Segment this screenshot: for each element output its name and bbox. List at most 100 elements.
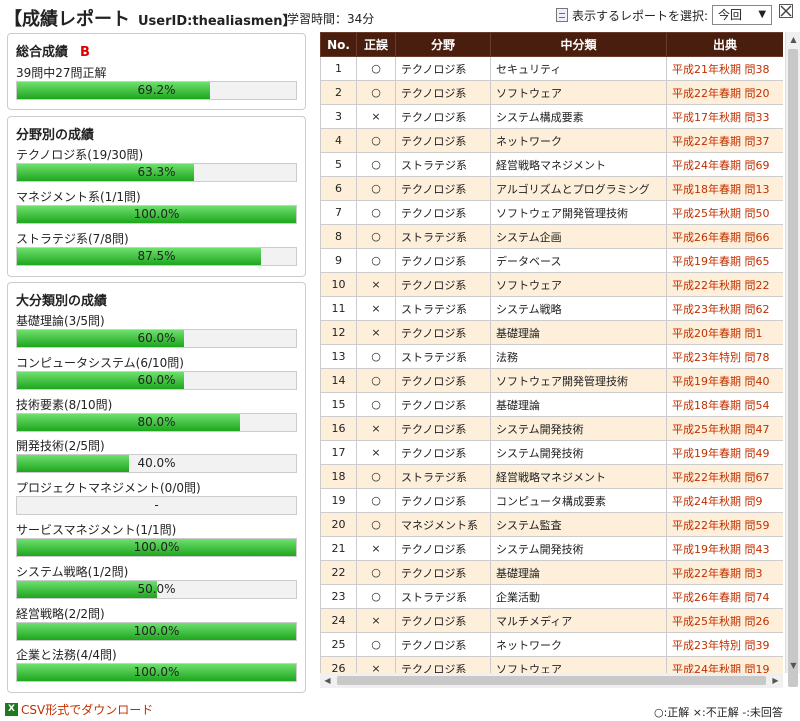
cell-result: × bbox=[356, 416, 396, 441]
major-item-label: 企業と法務(4/4問) bbox=[16, 648, 117, 663]
cell-source[interactable]: 平成22年秋期 問59 bbox=[666, 512, 783, 537]
cell-source[interactable]: 平成22年春期 問3 bbox=[666, 560, 783, 585]
cell-source[interactable]: 平成26年春期 問66 bbox=[666, 224, 783, 249]
major-progress-bar: 80.0% bbox=[16, 412, 297, 432]
report-select[interactable]: 今回 ▼ bbox=[712, 5, 773, 25]
cell-no: 12 bbox=[320, 320, 357, 345]
cell-source[interactable]: 平成22年春期 問20 bbox=[666, 80, 783, 105]
cell-source[interactable]: 平成24年春期 問69 bbox=[666, 152, 783, 177]
table-row: 26 × テクノロジ系 ソフトウェア 平成24年秋期 問19 bbox=[320, 656, 783, 673]
cell-field: マネジメント系 bbox=[395, 512, 491, 537]
question-table: No. 正誤 分野 中分類 出典 1 ○ テクノロジ系 セキュリティ 平成21年秋期 問38 2 ○… bbox=[320, 32, 783, 673]
cell-source[interactable]: 平成25年秋期 問47 bbox=[666, 416, 783, 441]
cell-source[interactable]: 平成23年特別 問39 bbox=[666, 632, 783, 657]
document-icon bbox=[556, 8, 568, 22]
cell-category: マルチメディア bbox=[490, 608, 667, 633]
table-row: 11 × ストラテジ系 システム戦略 平成23年秋期 問62 bbox=[320, 296, 783, 321]
cell-result: ○ bbox=[356, 56, 396, 81]
chevron-down-icon: ▼ bbox=[758, 9, 767, 20]
progress-percent: 87.5% bbox=[137, 249, 176, 263]
cell-category: ソフトウェア bbox=[490, 656, 667, 673]
cell-result: ○ bbox=[356, 80, 396, 105]
cell-source[interactable]: 平成22年秋期 問22 bbox=[666, 272, 783, 297]
cell-no: 18 bbox=[320, 464, 357, 489]
cell-source[interactable]: 平成19年春期 問49 bbox=[666, 440, 783, 465]
cell-no: 17 bbox=[320, 440, 357, 465]
scroll-right-icon[interactable]: ▶ bbox=[768, 673, 783, 688]
header-category: 中分類 bbox=[490, 32, 667, 57]
cell-field: テクノロジ系 bbox=[395, 56, 491, 81]
cell-source[interactable]: 平成25年秋期 問26 bbox=[666, 608, 783, 633]
cell-source[interactable]: 平成24年秋期 問19 bbox=[666, 656, 783, 673]
cell-category: ソフトウェア bbox=[490, 272, 667, 297]
overall-summary: 39問中27問正解 bbox=[16, 66, 107, 80]
cell-category: 基礎理論 bbox=[490, 320, 667, 345]
cell-result: ○ bbox=[356, 344, 396, 369]
cell-field: テクノロジ系 bbox=[395, 392, 491, 417]
report-header: 【成績レポート UserID:thealiasmen】 学習時間：34分 表示する… bbox=[0, 0, 800, 32]
hscroll-thumb[interactable] bbox=[337, 676, 766, 685]
cell-source[interactable]: 平成21年秋期 問38 bbox=[666, 56, 783, 81]
cell-field: テクノロジ系 bbox=[395, 416, 491, 441]
cell-field: テクノロジ系 bbox=[395, 128, 491, 153]
vertical-scrollbar[interactable]: ▲ ▼ bbox=[785, 32, 800, 687]
cell-field: テクノロジ系 bbox=[395, 536, 491, 561]
progress-percent: 80.0% bbox=[137, 414, 176, 429]
cell-source[interactable]: 平成24年秋期 問9 bbox=[666, 488, 783, 513]
cell-no: 23 bbox=[320, 584, 357, 609]
cell-result: ○ bbox=[356, 248, 396, 273]
cell-source[interactable]: 平成18年春期 問13 bbox=[666, 176, 783, 201]
csv-download-text: CSV形式でダウンロード bbox=[21, 703, 154, 717]
header-field: 分野 bbox=[395, 32, 491, 57]
cell-result: × bbox=[356, 536, 396, 561]
cell-category: データベース bbox=[490, 248, 667, 273]
cell-category: システム監査 bbox=[490, 512, 667, 537]
cell-source[interactable]: 平成19年春期 問40 bbox=[666, 368, 783, 393]
progress-percent: 63.3% bbox=[137, 165, 176, 179]
cell-source[interactable]: 平成19年春期 問65 bbox=[666, 248, 783, 273]
cell-source[interactable]: 平成26年春期 問74 bbox=[666, 584, 783, 609]
table-row: 3 × テクノロジ系 システム構成要素 平成17年秋期 問33 bbox=[320, 104, 783, 129]
cell-field: テクノロジ系 bbox=[395, 440, 491, 465]
cell-source[interactable]: 平成22年春期 問37 bbox=[666, 128, 783, 153]
cell-result: ○ bbox=[356, 632, 396, 657]
cell-source[interactable]: 平成22年秋期 問67 bbox=[666, 464, 783, 489]
table-row: 25 ○ テクノロジ系 ネットワーク 平成23年特別 問39 bbox=[320, 632, 783, 657]
scroll-left-icon[interactable]: ◀ bbox=[320, 673, 335, 688]
major-item-label: システム戦略(1/2問) bbox=[16, 564, 129, 579]
cell-no: 2 bbox=[320, 80, 357, 105]
header-result: 正誤 bbox=[356, 32, 396, 57]
scroll-down-icon[interactable]: ▼ bbox=[786, 658, 800, 673]
cell-category: システム戦略 bbox=[490, 296, 667, 321]
csv-download-link[interactable]: X CSV形式でダウンロード bbox=[5, 701, 153, 718]
major-progress-bar: 100.0% bbox=[16, 621, 297, 641]
table-row: 13 ○ ストラテジ系 法務 平成23年特別 問78 bbox=[320, 344, 783, 369]
cell-result: ○ bbox=[356, 560, 396, 585]
cell-no: 25 bbox=[320, 632, 357, 657]
cell-source[interactable]: 平成23年特別 問78 bbox=[666, 344, 783, 369]
cell-source[interactable]: 平成25年秋期 問50 bbox=[666, 200, 783, 225]
major-progress-bar: 100.0% bbox=[16, 538, 297, 557]
cell-source[interactable]: 平成18年春期 問54 bbox=[666, 392, 783, 417]
horizontal-scrollbar[interactable]: ◀ ▶ bbox=[320, 673, 783, 688]
cell-source[interactable]: 平成20年春期 問1 bbox=[666, 320, 783, 345]
cell-source[interactable]: 平成23年秋期 問62 bbox=[666, 296, 783, 321]
cell-source[interactable]: 平成17年秋期 問33 bbox=[666, 104, 783, 129]
major-progress-bar: 60.0% bbox=[16, 329, 297, 348]
cell-field: ストラテジ系 bbox=[395, 296, 491, 321]
close-icon bbox=[780, 5, 792, 17]
cell-source[interactable]: 平成19年秋期 問43 bbox=[666, 536, 783, 561]
major-item-label: コンピュータシステム(6/10問) bbox=[16, 355, 184, 370]
progress-percent: 69.2% bbox=[137, 83, 176, 97]
cell-no: 4 bbox=[320, 128, 357, 153]
scroll-up-icon[interactable]: ▲ bbox=[786, 32, 800, 47]
cell-category: コンピュータ構成要素 bbox=[490, 488, 667, 513]
cell-result: × bbox=[356, 320, 396, 345]
cell-field: テクノロジ系 bbox=[395, 104, 491, 129]
cell-category: ネットワーク bbox=[490, 632, 667, 657]
table-row: 5 ○ ストラテジ系 経営戦略マネジメント 平成24年春期 問69 bbox=[320, 152, 783, 177]
scroll-thumb[interactable] bbox=[788, 49, 798, 687]
field-title: 分野別の成績 bbox=[16, 128, 95, 143]
major-item-label: 基礎理論(3/5問) bbox=[16, 314, 105, 328]
close-button[interactable] bbox=[779, 4, 793, 18]
